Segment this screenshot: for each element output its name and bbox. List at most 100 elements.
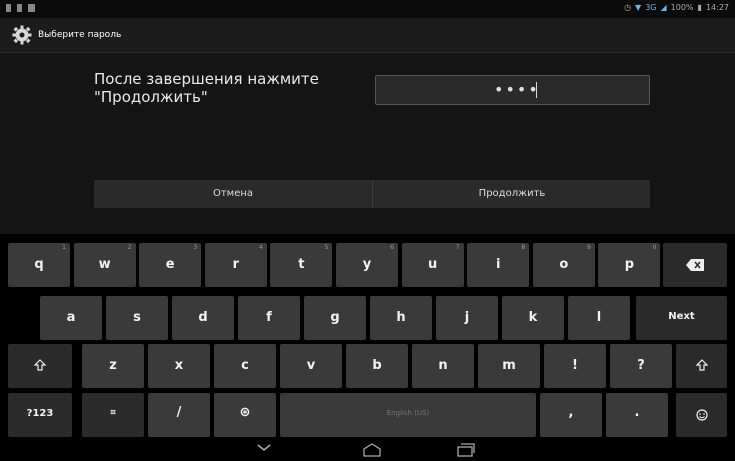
key-w-label: w — [98, 257, 111, 272]
globe-icon: ⊛ — [239, 405, 251, 420]
key-j-label: j — [464, 310, 470, 325]
key-u-hint: 7 — [455, 244, 460, 251]
back-icon[interactable] — [257, 443, 271, 453]
key-r-label: r — [232, 257, 239, 272]
key-j[interactable]: j — [436, 296, 498, 340]
key-y-label: y — [362, 257, 372, 272]
symbols-key-label: ?123 — [26, 408, 54, 419]
key-y[interactable]: y6 — [336, 243, 398, 287]
cancel-button[interactable]: Отмена — [94, 180, 372, 208]
key-k-label: k — [528, 310, 538, 325]
network-type: 3G — [645, 3, 657, 12]
period-key[interactable]: . — [606, 393, 668, 437]
period-key-label: . — [634, 405, 640, 420]
password-field[interactable]: •••• — [375, 75, 650, 105]
key-l[interactable]: l — [568, 296, 630, 340]
status-left-icons — [6, 4, 35, 12]
keyboard-settings-key[interactable]: ⌗ — [82, 393, 144, 437]
home-icon[interactable] — [362, 443, 382, 457]
key-m[interactable]: m — [478, 344, 540, 388]
next-key-label: Next — [668, 311, 695, 322]
shift-key-left[interactable] — [8, 344, 72, 388]
key-g[interactable]: g — [304, 296, 366, 340]
key-f[interactable]: f — [238, 296, 300, 340]
page-title: Выберите пароль — [38, 30, 122, 40]
key-e-hint: 3 — [193, 244, 198, 251]
backspace-key[interactable] — [663, 243, 727, 287]
key-y-hint: 6 — [390, 244, 394, 251]
key-n[interactable]: n — [412, 344, 474, 388]
key-q-label: q — [34, 257, 44, 272]
key-p[interactable]: p0 — [598, 243, 661, 287]
key-z[interactable]: z — [82, 344, 144, 388]
key-t-hint: 5 — [324, 244, 329, 251]
shift-key-right[interactable] — [676, 344, 727, 388]
key-h[interactable]: h — [370, 296, 432, 340]
content-area: После завершения нажмите "Продолжить" ••… — [0, 53, 735, 234]
key-p-hint: 0 — [652, 244, 657, 251]
space-key[interactable]: English (US) — [280, 393, 536, 437]
continue-button[interactable]: Продолжить — [372, 180, 651, 208]
slash-key[interactable]: / — [148, 393, 210, 437]
key-i-hint: 8 — [521, 244, 526, 251]
key-s-label: s — [133, 310, 141, 325]
recent-apps-icon[interactable] — [457, 443, 475, 457]
key-l-label: l — [596, 310, 602, 325]
wifi-icon: ▼ — [635, 3, 642, 12]
key-q-hint: 1 — [62, 244, 66, 251]
key-q[interactable]: q1 — [8, 243, 70, 287]
key-exclamation-label: ! — [572, 358, 578, 373]
comma-key[interactable]: , — [540, 393, 602, 437]
notification-icon — [6, 4, 11, 12]
key-x[interactable]: x — [148, 344, 210, 388]
key-k[interactable]: k — [502, 296, 564, 340]
key-v-label: v — [306, 358, 316, 373]
key-b-label: b — [372, 358, 382, 373]
key-x-label: x — [174, 358, 184, 373]
key-u[interactable]: u7 — [401, 243, 464, 287]
button-bar: Отмена Продолжить — [94, 180, 650, 208]
instruction-text: После завершения нажмите "Продолжить" — [94, 70, 319, 106]
battery-icon: ▮ — [697, 3, 702, 12]
key-n-label: n — [438, 358, 448, 373]
key-h-label: h — [396, 310, 406, 325]
signal-icon: ◢ — [660, 3, 667, 12]
battery-level: 100% — [670, 3, 694, 12]
title-bar: Выберите пароль — [0, 18, 735, 53]
backspace-icon — [686, 259, 704, 271]
globe-key[interactable]: ⊛ — [214, 393, 276, 437]
key-question[interactable]: ? — [610, 344, 672, 388]
key-d-label: d — [198, 310, 208, 325]
key-w-hint: 2 — [127, 244, 132, 251]
key-o[interactable]: o9 — [532, 243, 595, 287]
key-e[interactable]: e3 — [139, 243, 202, 287]
emoji-icon — [696, 409, 708, 421]
alarm-icon: ◷ — [624, 3, 632, 12]
comma-key-label: , — [568, 405, 574, 420]
key-a-label: a — [66, 310, 76, 325]
key-w[interactable]: w2 — [73, 243, 136, 287]
key-e-label: e — [165, 257, 175, 272]
clock: 14:27 — [705, 3, 729, 12]
key-s[interactable]: s — [106, 296, 168, 340]
key-g-label: g — [330, 310, 340, 325]
next-key[interactable]: Next — [636, 296, 727, 340]
key-i[interactable]: i8 — [467, 243, 530, 287]
key-p-label: p — [624, 257, 635, 272]
emoji-key[interactable] — [676, 393, 727, 437]
key-a[interactable]: a — [40, 296, 102, 340]
keyboard-settings-icon: ⌗ — [110, 408, 116, 418]
key-r-hint: 4 — [258, 244, 263, 251]
key-b[interactable]: b — [346, 344, 408, 388]
key-exclamation[interactable]: ! — [544, 344, 606, 388]
password-value: •••• — [494, 80, 540, 99]
key-d[interactable]: d — [172, 296, 234, 340]
key-o-hint: 9 — [586, 244, 591, 251]
key-r[interactable]: r4 — [204, 243, 267, 287]
key-c[interactable]: c — [214, 344, 276, 388]
sd-card-icon — [28, 4, 35, 12]
symbols-key[interactable]: ?123 — [8, 393, 72, 437]
key-v[interactable]: v — [280, 344, 342, 388]
key-t[interactable]: t5 — [270, 243, 333, 287]
gear-icon — [12, 25, 32, 45]
